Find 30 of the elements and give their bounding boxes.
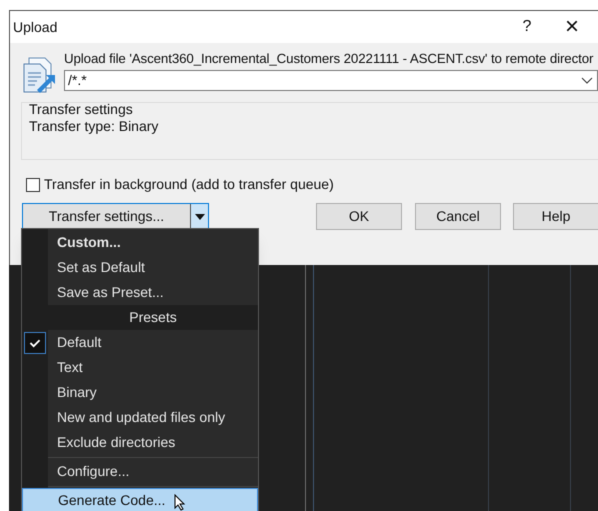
menu-item[interactable]: Generate Code... <box>22 488 258 511</box>
menu-section-header: Presets <box>48 305 258 330</box>
remote-directory-combo[interactable]: /*.* <box>64 70 598 91</box>
menu-item[interactable]: Set as Default <box>22 255 258 280</box>
window-title: Upload <box>12 18 58 37</box>
menu-item[interactable]: Text <box>22 355 258 380</box>
menu-item[interactable]: Exclude directories <box>22 430 258 455</box>
upload-message: Upload file 'Ascent360_Incremental_Customers 20221111 - ASCENT.csv' to remote director <box>64 50 594 67</box>
menu-item[interactable]: Default <box>22 330 258 355</box>
help-button[interactable]: Help <box>513 203 598 230</box>
cancel-button[interactable]: Cancel <box>415 203 501 230</box>
checkmark-icon <box>24 332 46 354</box>
dropdown-button[interactable] <box>191 204 208 229</box>
menu-item[interactable]: New and updated files only <box>22 405 258 430</box>
transfer-type-text: Transfer type: Binary <box>29 118 160 135</box>
menu-item[interactable]: Configure... <box>22 459 258 484</box>
help-button[interactable]: ? <box>512 15 542 39</box>
chevron-down-icon <box>581 76 593 84</box>
upload-document-icon <box>21 56 57 94</box>
close-button[interactable]: × <box>557 9 587 45</box>
caret-icon <box>194 214 204 220</box>
menu-item[interactable]: Binary <box>22 380 258 405</box>
menu-item[interactable]: Custom... <box>22 230 258 255</box>
group-title: Transfer settings <box>29 101 134 118</box>
mouse-cursor-icon <box>174 494 186 511</box>
transfer-settings-button[interactable]: Transfer settings... <box>23 204 191 229</box>
checkbox-label: Transfer in background (add to transfer queue) <box>44 175 334 194</box>
ok-button[interactable]: OK <box>316 203 402 230</box>
checkbox[interactable] <box>26 178 40 192</box>
menu-item[interactable]: Save as Preset... <box>22 280 258 305</box>
